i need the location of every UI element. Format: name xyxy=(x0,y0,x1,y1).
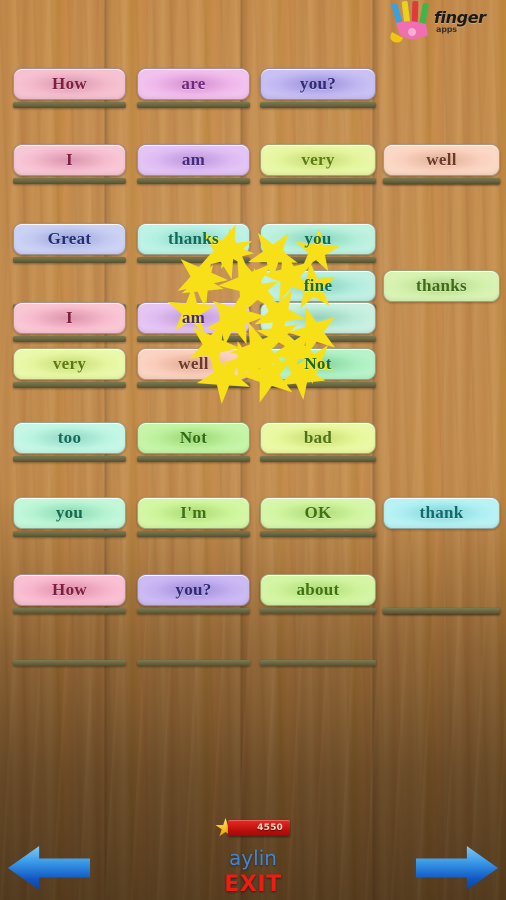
shelf-slot xyxy=(13,102,126,108)
word-tile-label: fine xyxy=(303,276,333,295)
word-tile-label: Not xyxy=(179,428,208,447)
word-tile-label: OK xyxy=(304,503,332,522)
word-tile[interactable]: are xyxy=(137,68,250,100)
word-tile[interactable]: thanks xyxy=(383,270,500,302)
word-tile-label: I'm xyxy=(180,503,207,522)
app-logo: finger apps xyxy=(388,0,504,47)
word-tile-label: are xyxy=(181,74,206,93)
word-tile[interactable]: How xyxy=(13,68,126,100)
shelf-slot xyxy=(137,178,250,184)
word-tile-label: am xyxy=(181,150,206,169)
shelf-slot xyxy=(137,456,250,462)
word-tile[interactable]: very xyxy=(260,144,376,176)
shelf-slot xyxy=(383,608,500,614)
word-tile-label: Great xyxy=(47,229,92,248)
shelf-slot xyxy=(260,102,376,108)
shelf-slot xyxy=(260,456,376,462)
word-tile[interactable]: Great xyxy=(13,223,126,255)
word-tile[interactable]: you xyxy=(13,497,126,529)
word-tile[interactable]: How xyxy=(13,574,126,606)
word-tile-label: you? xyxy=(175,580,212,599)
word-tile[interactable]: very xyxy=(13,348,126,380)
word-tile[interactable]: I'm xyxy=(137,497,250,529)
shelf-slot xyxy=(137,102,250,108)
logo-subtitle: apps xyxy=(436,25,457,34)
word-tile-label: too xyxy=(57,428,82,447)
word-tile-label: well xyxy=(178,354,209,373)
shelf-slot xyxy=(260,178,376,184)
word-tile-label: very xyxy=(301,150,335,169)
word-tile[interactable]: I xyxy=(13,302,126,334)
word-tile-label: very xyxy=(52,354,87,373)
word-tile-label: How xyxy=(52,74,87,93)
shelf-slot xyxy=(13,531,126,537)
word-tile-label: you xyxy=(304,229,332,248)
shelf-slot xyxy=(137,608,250,614)
shelf-slot xyxy=(13,257,126,263)
word-tile[interactable]: you? xyxy=(260,68,376,100)
word-tile-label: I xyxy=(66,308,73,327)
shelf-slot xyxy=(260,660,376,666)
word-tile-label: thanks xyxy=(416,276,467,295)
word-tile-label: How xyxy=(52,580,87,599)
word-tile[interactable]: thank xyxy=(383,497,500,529)
word-tile[interactable]: about xyxy=(260,574,376,606)
word-tile-label: am xyxy=(181,308,206,327)
word-tile[interactable]: Not xyxy=(137,422,250,454)
shelf-slot xyxy=(13,382,126,388)
word-tile[interactable]: OK xyxy=(260,497,376,529)
word-tile-label: bad xyxy=(303,428,333,447)
shelf-slot xyxy=(13,456,126,462)
score-value: 4550 xyxy=(257,823,283,833)
word-tile-label: about xyxy=(296,580,340,599)
shelf-slot xyxy=(13,608,126,614)
shelf-slot xyxy=(13,660,126,666)
word-tile-label: I xyxy=(66,150,73,169)
shelf-slot xyxy=(137,660,250,666)
shelf-slot xyxy=(260,608,376,614)
word-tile[interactable]: too xyxy=(13,422,126,454)
word-tile[interactable]: I xyxy=(13,144,126,176)
shelf-slot xyxy=(383,178,500,184)
word-tile[interactable]: well xyxy=(383,144,500,176)
word-tile-label: thank xyxy=(419,503,464,522)
shelf-slot xyxy=(137,336,250,342)
word-tile[interactable]: am xyxy=(137,144,250,176)
shelf-slot xyxy=(13,336,126,342)
shelf-slot xyxy=(137,531,250,537)
score-badge: 4550 xyxy=(228,820,290,836)
shelf-slot xyxy=(13,178,126,184)
word-tile-label: you? xyxy=(299,74,337,93)
word-tile-label: well xyxy=(426,150,457,169)
word-tile-label: you xyxy=(55,503,84,522)
word-tile[interactable]: bad xyxy=(260,422,376,454)
word-tile-label: Not xyxy=(304,354,332,373)
game-screen: finger apps How are you? Iam very well Great th… xyxy=(0,0,506,900)
shelf-slot xyxy=(260,531,376,537)
word-tile-label: thanks xyxy=(168,229,219,248)
word-tile[interactable]: you? xyxy=(137,574,250,606)
